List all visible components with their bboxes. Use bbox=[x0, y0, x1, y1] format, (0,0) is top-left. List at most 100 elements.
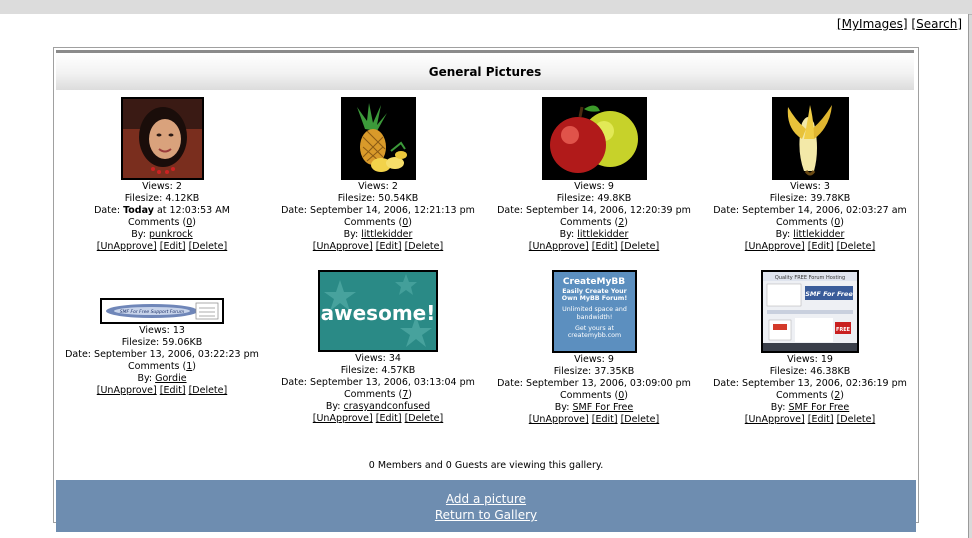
comments-line: Comments (0) bbox=[560, 390, 628, 401]
filesize-line: Filesize: 37.35KB bbox=[553, 366, 635, 377]
svg-text:SMF For Free: SMF For Free bbox=[805, 290, 853, 298]
views-line: Views: 34 bbox=[355, 353, 401, 364]
action-links: [UnApprove] [Edit] [Delete] bbox=[270, 241, 486, 253]
author-link[interactable]: littlekidder bbox=[793, 229, 844, 240]
picture-card: CreateMyBB Easily Create Your Own MyBB F… bbox=[486, 270, 702, 426]
delete-link[interactable]: [Delete] bbox=[837, 241, 876, 252]
unapprove-link[interactable]: [UnApprove] bbox=[529, 241, 589, 252]
filesize-line: Filesize: 46.38KB bbox=[769, 366, 851, 377]
search-link[interactable]: [Search] bbox=[911, 17, 962, 31]
unapprove-link[interactable]: [UnApprove] bbox=[745, 241, 805, 252]
action-links: [UnApprove] [Edit] [Delete] bbox=[486, 414, 702, 426]
filesize-line: Filesize: 50.54KB bbox=[337, 193, 419, 204]
picture-thumbnail[interactable]: CreateMyBB Easily Create Your Own MyBB F… bbox=[551, 270, 637, 353]
edit-link[interactable]: [Edit] bbox=[160, 385, 186, 396]
action-links: [UnApprove] [Edit] [Delete] bbox=[270, 413, 486, 425]
edit-link[interactable]: [Edit] bbox=[160, 241, 186, 252]
delete-link[interactable]: [Delete] bbox=[405, 241, 444, 252]
banana-image bbox=[773, 99, 847, 178]
views-line: Views: 3 bbox=[790, 181, 830, 192]
delete-link[interactable]: [Delete] bbox=[405, 413, 444, 424]
viewers-status: 0 Members and 0 Guests are viewing this … bbox=[368, 460, 604, 471]
delete-link[interactable]: [Delete] bbox=[621, 414, 660, 425]
comments-count-link[interactable]: 0 bbox=[402, 217, 408, 228]
views-line: Views: 13 bbox=[139, 325, 185, 336]
delete-link[interactable]: [Delete] bbox=[189, 385, 228, 396]
createmybb-ad-image: CreateMyBB Easily Create Your Own MyBB F… bbox=[553, 272, 635, 351]
unapprove-link[interactable]: [UnApprove] bbox=[745, 414, 805, 425]
picture-thumbnail[interactable] bbox=[120, 97, 204, 180]
svg-text:CreateMyBB: CreateMyBB bbox=[562, 277, 624, 287]
author-line: By: littlekidder bbox=[559, 229, 629, 240]
svg-text:Quality FREE Forum Hosting: Quality FREE Forum Hosting bbox=[775, 275, 845, 281]
comments-count-link[interactable]: 0 bbox=[834, 217, 840, 228]
gallery-panel: General Pictures Views: 2 Filesize: 4.12… bbox=[53, 47, 919, 532]
picture-card: Views: 2 Filesize: 50.54KB Date: Septemb… bbox=[270, 97, 486, 253]
action-links: [UnApprove] [Edit] [Delete] bbox=[54, 241, 270, 253]
date-line: Date: September 13, 2006, 03:22:23 pm bbox=[65, 349, 259, 360]
picture-card: SMF For Free Support Forum Views: 13 Fil… bbox=[54, 298, 270, 397]
unapprove-link[interactable]: [UnApprove] bbox=[97, 385, 157, 396]
action-links: [UnApprove] [Edit] [Delete] bbox=[54, 385, 270, 397]
picture-card: Views: 2 Filesize: 4.12KB Date: Today at… bbox=[54, 97, 270, 253]
delete-link[interactable]: [Delete] bbox=[837, 414, 876, 425]
comments-count-link[interactable]: 7 bbox=[402, 389, 408, 400]
filesize-line: Filesize: 4.57KB bbox=[340, 365, 416, 376]
comments-count-link[interactable]: 2 bbox=[834, 390, 840, 401]
picture-thumbnail[interactable]: awesome! bbox=[318, 270, 438, 352]
picture-thumbnail[interactable]: Quality FREE Forum Hosting SMF For Free … bbox=[761, 270, 859, 353]
author-link[interactable]: crasyandconfused bbox=[344, 401, 431, 412]
author-link[interactable]: Gordie bbox=[155, 373, 186, 384]
picture-thumbnail[interactable] bbox=[340, 97, 416, 180]
apples-image bbox=[543, 99, 645, 178]
comments-count-link[interactable]: 0 bbox=[618, 390, 624, 401]
svg-text:FREE: FREE bbox=[836, 327, 851, 333]
unapprove-link[interactable]: [UnApprove] bbox=[313, 241, 373, 252]
edit-link[interactable]: [Edit] bbox=[592, 241, 618, 252]
picture-thumbnail[interactable] bbox=[541, 97, 647, 180]
comments-count-link[interactable]: 2 bbox=[618, 217, 624, 228]
comments-count-link[interactable]: 1 bbox=[186, 361, 192, 372]
unapprove-link[interactable]: [UnApprove] bbox=[529, 414, 589, 425]
comments-line: Comments (7) bbox=[344, 389, 412, 400]
picture-card: Views: 9 Filesize: 49.8KB Date: Septembe… bbox=[486, 97, 702, 253]
picture-card: Views: 3 Filesize: 39.78KB Date: Septemb… bbox=[702, 97, 918, 253]
gallery-footer-bar: Add a picture Return to Gallery bbox=[56, 480, 916, 532]
action-links: [UnApprove] [Edit] [Delete] bbox=[702, 414, 918, 426]
author-line: By: punkrock bbox=[131, 229, 193, 240]
edit-link[interactable]: [Edit] bbox=[592, 414, 618, 425]
gallery-title: General Pictures bbox=[56, 50, 914, 90]
edit-link[interactable]: [Edit] bbox=[808, 241, 834, 252]
awesome-banner-image: awesome! bbox=[320, 272, 436, 350]
picture-thumbnail[interactable]: SMF For Free Support Forum bbox=[100, 298, 224, 324]
author-link[interactable]: SMF For Free bbox=[572, 402, 633, 413]
date-line: Date: September 13, 2006, 02:36:19 pm bbox=[713, 378, 907, 389]
author-link[interactable]: punkrock bbox=[149, 229, 193, 240]
unapprove-link[interactable]: [UnApprove] bbox=[97, 241, 157, 252]
delete-link[interactable]: [Delete] bbox=[189, 241, 228, 252]
filesize-line: Filesize: 39.78KB bbox=[769, 193, 851, 204]
edit-link[interactable]: [Edit] bbox=[376, 241, 402, 252]
author-line: By: littlekidder bbox=[343, 229, 413, 240]
action-links: [UnApprove] [Edit] [Delete] bbox=[702, 241, 918, 253]
date-line: Date: September 13, 2006, 03:09:00 pm bbox=[497, 378, 691, 389]
comments-line: Comments (2) bbox=[776, 390, 844, 401]
comments-count-link[interactable]: 0 bbox=[186, 217, 192, 228]
comments-line: Comments (0) bbox=[344, 217, 412, 228]
author-line: By: crasyandconfused bbox=[325, 401, 431, 412]
browser-top-strip bbox=[0, 0, 972, 15]
author-link[interactable]: SMF For Free bbox=[788, 402, 849, 413]
filesize-line: Filesize: 59.06KB bbox=[121, 337, 203, 348]
author-link[interactable]: littlekidder bbox=[361, 229, 412, 240]
my-images-link[interactable]: [MyImages] bbox=[837, 17, 908, 31]
add-picture-link[interactable]: Add a picture bbox=[56, 491, 916, 507]
picture-thumbnail[interactable] bbox=[771, 97, 849, 180]
delete-link[interactable]: [Delete] bbox=[621, 241, 660, 252]
edit-link[interactable]: [Edit] bbox=[808, 414, 834, 425]
return-to-gallery-link[interactable]: Return to Gallery bbox=[56, 507, 916, 523]
woman-portrait-image bbox=[122, 99, 202, 178]
unapprove-link[interactable]: [UnApprove] bbox=[313, 413, 373, 424]
edit-link[interactable]: [Edit] bbox=[376, 413, 402, 424]
author-line: By: SMF For Free bbox=[770, 402, 850, 413]
author-link[interactable]: littlekidder bbox=[577, 229, 628, 240]
